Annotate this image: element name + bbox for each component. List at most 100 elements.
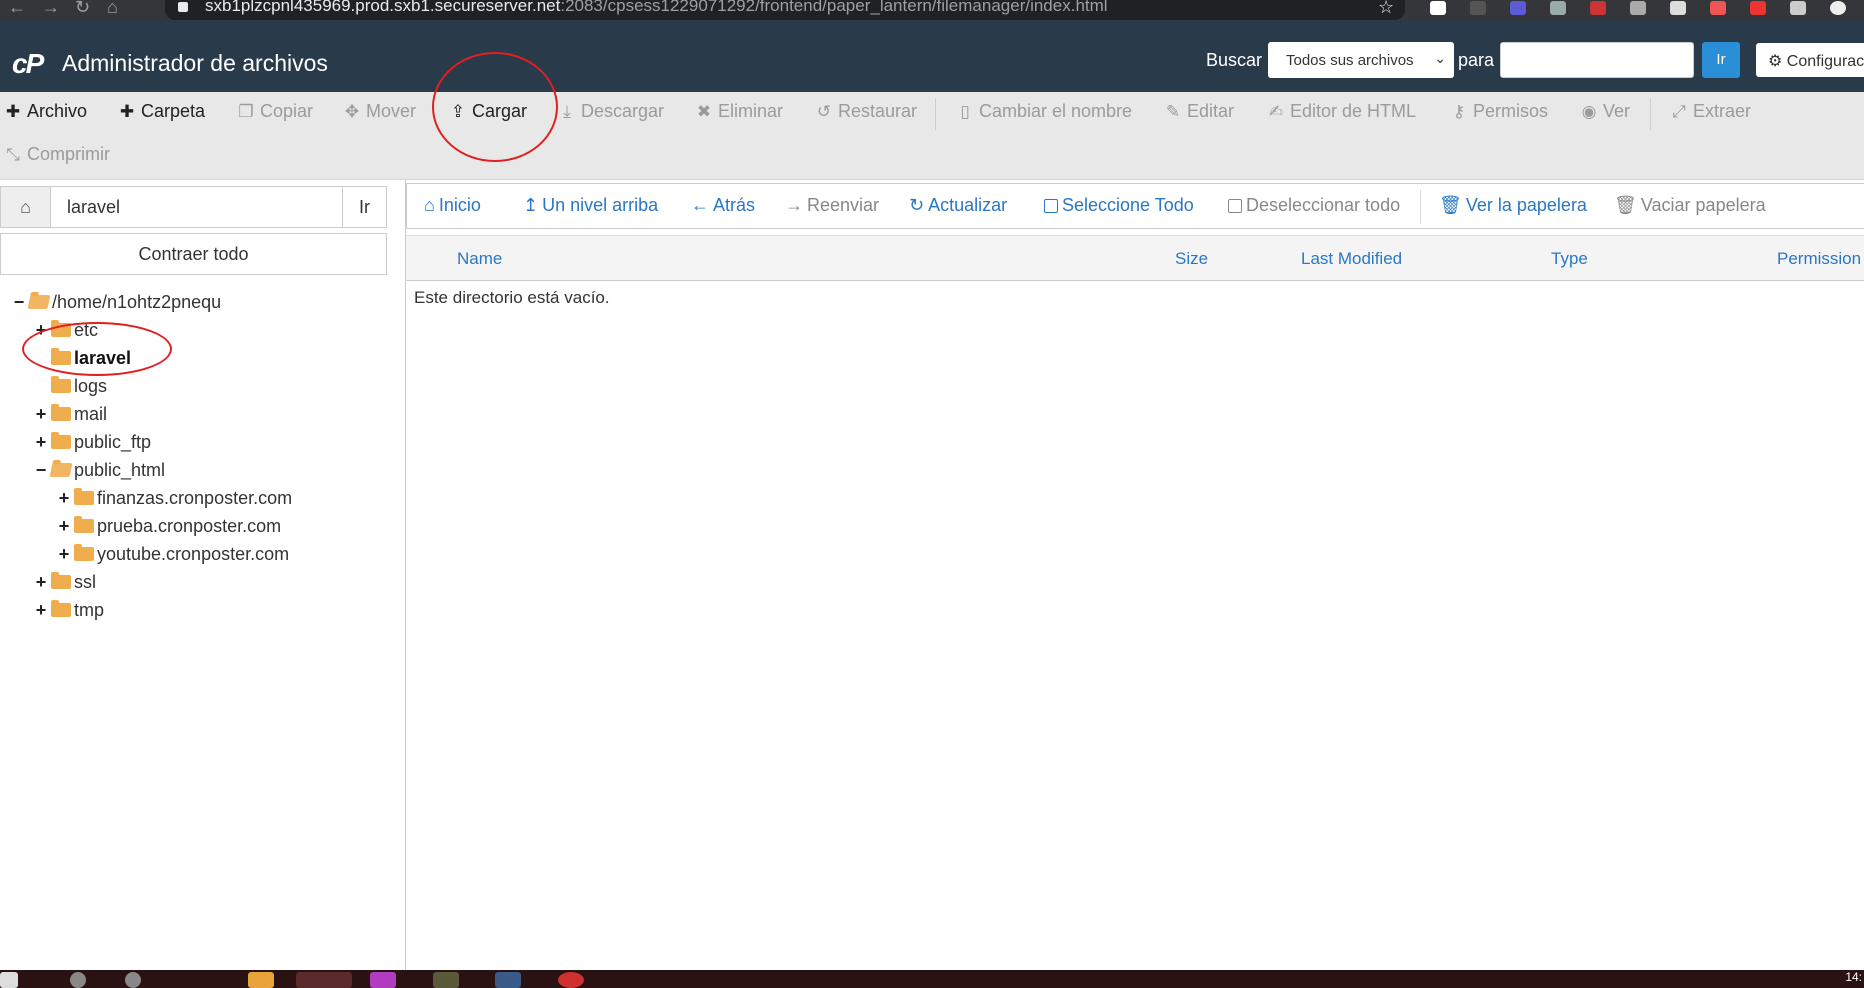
back-arrow-icon[interactable]: ←: [8, 0, 26, 20]
expand-toggle-icon[interactable]: +: [57, 488, 71, 509]
tree-node-finanzas[interactable]: + finanzas.cronposter.com: [57, 486, 292, 510]
tree-node-prueba[interactable]: + prueba.cronposter.com: [57, 514, 281, 538]
tree-node-youtube[interactable]: + youtube.cronposter.com: [57, 542, 289, 566]
delete-button[interactable]: ✖ Eliminar: [695, 101, 783, 122]
expand-toggle-icon[interactable]: +: [34, 404, 48, 425]
app-blue-icon[interactable]: [495, 972, 521, 988]
nav-back-button[interactable]: ← Atrás: [691, 195, 755, 216]
rename-button[interactable]: ▯ Cambiar el nombre: [956, 101, 1132, 122]
forward-arrow-icon[interactable]: →: [42, 0, 60, 20]
search-go-button[interactable]: Ir: [1702, 42, 1740, 78]
profile-avatar[interactable]: [1830, 1, 1846, 15]
deselect-all-button[interactable]: Deseleccionar todo: [1228, 195, 1400, 216]
new-folder-button[interactable]: ✚ Carpeta: [118, 101, 205, 122]
edit-button[interactable]: ✎ Editar: [1164, 101, 1234, 122]
column-last-modified[interactable]: Last Modified: [1301, 249, 1402, 269]
view-trash-button[interactable]: 🗑 Ver la papelera: [1439, 195, 1587, 216]
cpanel-header: cP Administrador de archivos Buscar Todo…: [0, 20, 1864, 92]
extension-m-icon[interactable]: [1430, 1, 1446, 15]
extension-red-icon[interactable]: [1710, 1, 1726, 15]
column-permission[interactable]: Permission: [1777, 249, 1861, 269]
extension-figure-icon[interactable]: [1470, 1, 1486, 15]
expand-toggle-icon[interactable]: +: [34, 320, 48, 341]
copy-button[interactable]: ❐ Copiar: [237, 101, 313, 122]
search-icon[interactable]: [70, 972, 86, 988]
address-bar[interactable]: sxb1plzcpnl435969.prod.sxb1.secureserver…: [165, 0, 1405, 20]
tree-node-laravel[interactable]: laravel: [34, 346, 131, 370]
tree-node-tmp[interactable]: + tmp: [34, 598, 104, 622]
move-button[interactable]: ✥ Mover: [343, 101, 416, 122]
expand-toggle-icon[interactable]: +: [34, 572, 48, 593]
toolbar-divider: [935, 98, 936, 130]
home-icon[interactable]: ⌂: [107, 0, 118, 20]
compress-button[interactable]: ⤡ Comprimir: [4, 144, 110, 165]
extract-button[interactable]: ⤢ Extraer: [1670, 101, 1751, 122]
extension-gear-icon[interactable]: [1510, 1, 1526, 15]
tree-node-mail[interactable]: + mail: [34, 402, 107, 426]
expand-toggle-icon[interactable]: +: [57, 544, 71, 565]
file-explorer-icon[interactable]: [248, 972, 274, 988]
app-red-icon[interactable]: [558, 972, 584, 988]
html-editor-button[interactable]: ✍ Editor de HTML: [1267, 101, 1416, 122]
expand-toggle-icon[interactable]: +: [34, 432, 48, 453]
settings-button[interactable]: ⚙ Configurac: [1756, 43, 1864, 77]
home-directory-button[interactable]: ⌂: [1, 187, 51, 227]
new-file-button[interactable]: ✚ Archivo: [4, 101, 87, 122]
collapse-toggle-icon[interactable]: −: [34, 460, 48, 481]
path-input[interactable]: laravel: [67, 197, 120, 218]
path-go-button[interactable]: Ir: [342, 187, 386, 227]
bookmark-star-icon[interactable]: ☆: [1378, 0, 1394, 18]
empty-trash-button[interactable]: 🗑 Vaciar papelera: [1614, 195, 1766, 216]
app-purple-icon[interactable]: [370, 972, 396, 988]
refresh-icon: ↻: [909, 195, 925, 215]
nav-forward-button[interactable]: → Reenviar: [785, 195, 879, 216]
reload-icon[interactable]: ↻: [75, 0, 90, 20]
pencil-icon: ✎: [1165, 101, 1181, 121]
folder-icon: [51, 432, 71, 449]
settings-label: Configurac: [1786, 53, 1864, 70]
plus-icon: ✚: [119, 101, 135, 121]
download-button[interactable]: ⤓ Descargar: [558, 101, 664, 122]
start-icon[interactable]: [0, 972, 18, 988]
folder-icon: [51, 320, 71, 337]
extensions-puzzle-icon[interactable]: [1790, 1, 1806, 15]
extension-k-icon[interactable]: [1590, 1, 1606, 15]
extension-mask-icon[interactable]: [1550, 1, 1566, 15]
nav-up-button[interactable]: ↥ Un nivel arriba: [523, 195, 658, 216]
task-view-icon[interactable]: [125, 972, 141, 988]
column-size[interactable]: Size: [1175, 249, 1208, 269]
extension-camera-icon[interactable]: [1630, 1, 1646, 15]
key-icon: ⚷: [1452, 101, 1466, 121]
permissions-button[interactable]: ⚷ Permisos: [1450, 101, 1548, 122]
url-host: sxb1plzcpnl435969.prod.sxb1.secureserver…: [205, 0, 561, 15]
search-scope-select[interactable]: Todos sus archivos ⌄: [1268, 42, 1454, 78]
tree-node-ssl[interactable]: + ssl: [34, 570, 96, 594]
restore-button[interactable]: ↺ Restaurar: [815, 101, 917, 122]
expand-toggle-icon[interactable]: +: [57, 516, 71, 537]
toolbar-divider: [1650, 98, 1651, 130]
extension-badge-icon[interactable]: [1750, 1, 1766, 15]
tree-node-logs[interactable]: logs: [34, 374, 107, 398]
app-terminal-icon[interactable]: [433, 972, 459, 988]
select-all-button[interactable]: Seleccione Todo: [1044, 195, 1194, 216]
collapse-toggle-icon[interactable]: −: [12, 292, 26, 313]
collapse-all-button[interactable]: Contraer todo: [0, 233, 387, 275]
tree-node-etc[interactable]: + etc: [34, 318, 98, 342]
cpanel-logo[interactable]: cP: [12, 48, 44, 80]
tree-node-home[interactable]: − /home/n1ohtz2pnequ: [12, 290, 221, 314]
upload-button[interactable]: ⇪ Cargar: [449, 101, 527, 122]
extension-g-icon[interactable]: [1670, 1, 1686, 15]
view-button[interactable]: ◉ Ver: [1580, 101, 1630, 122]
file-icon: ▯: [960, 101, 970, 121]
tree-node-public-html[interactable]: − public_html: [34, 458, 165, 482]
expand-toggle-icon[interactable]: +: [34, 600, 48, 621]
nav-refresh-button[interactable]: ↻ Actualizar: [909, 195, 1007, 216]
tree-node-public-ftp[interactable]: + public_ftp: [34, 430, 151, 454]
column-name[interactable]: Name: [457, 249, 502, 269]
chrome-taskbar-icon[interactable]: [296, 972, 352, 988]
panel-divider[interactable]: [405, 180, 406, 970]
column-type[interactable]: Type: [1551, 249, 1588, 269]
search-input[interactable]: [1500, 42, 1694, 78]
upload-icon: ⇪: [450, 101, 466, 121]
nav-home-button[interactable]: ⌂ Inicio: [424, 195, 481, 216]
